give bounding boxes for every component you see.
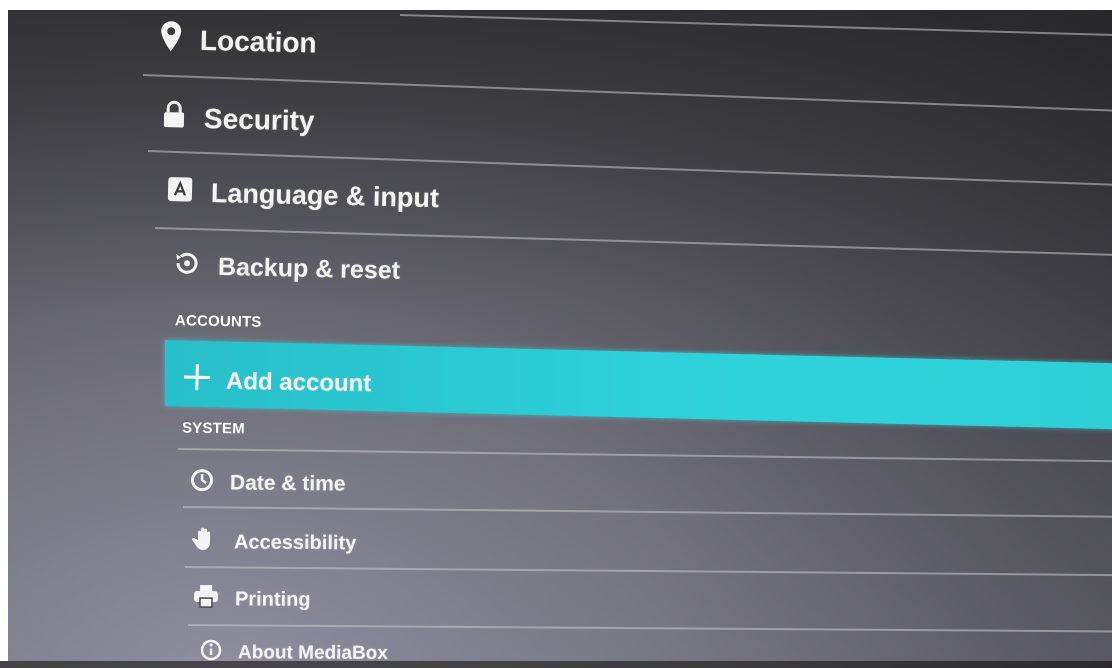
settings-item-label: About MediaBox <box>237 642 388 664</box>
settings-item-printing[interactable]: Printing <box>193 584 311 615</box>
clock-icon <box>190 468 214 498</box>
settings-item-location[interactable]: Location <box>160 20 318 63</box>
lock-icon <box>162 100 187 136</box>
backup-restore-icon <box>174 250 201 284</box>
settings-item-add-account[interactable]: Add account <box>182 362 372 402</box>
section-header-system: SYSTEM <box>181 419 246 438</box>
settings-item-label: Accessibility <box>233 530 357 554</box>
settings-item-label: Backup & reset <box>217 252 401 285</box>
hand-icon <box>192 526 218 558</box>
plus-icon <box>182 362 213 400</box>
settings-item-language[interactable]: Language & input <box>167 176 440 215</box>
settings-item-label: Location <box>199 24 317 59</box>
photo-border-top <box>0 0 1112 10</box>
photo-border-left <box>0 0 8 661</box>
keyboard-a-icon <box>167 176 194 210</box>
printer-icon <box>193 584 219 614</box>
settings-item-label: Printing <box>234 587 311 611</box>
settings-item-label: Date & time <box>229 471 346 496</box>
settings-item-label: Language & input <box>210 178 440 214</box>
location-pin-icon <box>160 20 183 59</box>
settings-item-backup[interactable]: Backup & reset <box>174 250 401 288</box>
settings-item-label: Security <box>203 102 315 136</box>
settings-item-about[interactable]: About MediaBox <box>200 639 388 668</box>
settings-item-date-time[interactable]: Date & time <box>190 468 346 500</box>
settings-item-accessibility[interactable]: Accessibility <box>192 526 357 559</box>
section-header-accounts: ACCOUNTS <box>174 312 262 331</box>
settings-item-security[interactable]: Security <box>162 100 315 138</box>
info-icon <box>200 639 222 667</box>
settings-item-label: Add account <box>225 367 372 397</box>
